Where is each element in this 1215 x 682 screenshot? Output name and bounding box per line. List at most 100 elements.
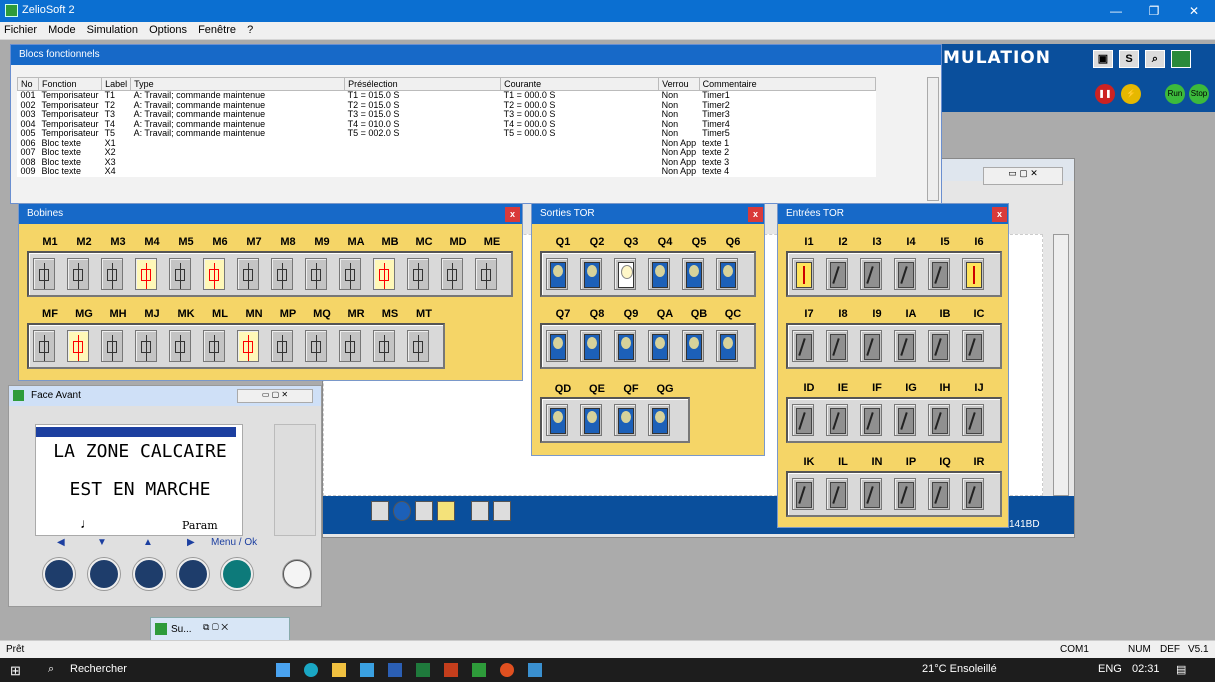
settings-icon[interactable] xyxy=(1171,50,1191,68)
coil-button xyxy=(407,330,429,362)
switch-button[interactable] xyxy=(860,330,882,362)
switch-button[interactable] xyxy=(928,478,950,510)
switch-button[interactable] xyxy=(826,478,848,510)
switch-button[interactable] xyxy=(894,478,916,510)
switch-button[interactable] xyxy=(962,478,984,510)
taskbar-search[interactable]: Rechercher xyxy=(70,663,127,675)
switch-button[interactable] xyxy=(792,478,814,510)
close-icon[interactable]: x xyxy=(992,207,1007,222)
switch-button[interactable] xyxy=(894,404,916,436)
io-label: Q9 xyxy=(623,308,639,320)
column-header[interactable]: Courante xyxy=(500,77,660,91)
coil-icon xyxy=(209,263,219,289)
table-cell: texte 4 xyxy=(702,166,730,176)
close-icon[interactable]: x xyxy=(505,207,520,222)
io-label: QF xyxy=(623,383,639,395)
switch-button[interactable] xyxy=(928,258,950,290)
menu-ok-button[interactable] xyxy=(221,558,253,590)
windows-start-icon[interactable]: ⊞ xyxy=(10,663,21,679)
right-key-button[interactable] xyxy=(177,558,209,590)
table-row[interactable]: 008 Bloc texte X3 Non App texte 3 xyxy=(18,157,876,168)
switch-button[interactable] xyxy=(860,258,882,290)
outputs-window: Sorties TOR x Q1 Q2 Q3 Q4 Q5 Q6 Q7 Q8 Q9 QA QB QC … xyxy=(531,203,765,456)
search-icon[interactable]: ⌕ xyxy=(1145,50,1165,68)
column-header[interactable]: Verrou xyxy=(658,77,700,91)
close-button[interactable]: ✕ xyxy=(1178,2,1210,20)
io-label: MK xyxy=(177,308,195,320)
switch-button[interactable] xyxy=(962,258,984,290)
column-header[interactable]: Fonction xyxy=(38,77,103,91)
window-controls[interactable]: ▭ ▢ ✕ xyxy=(237,389,313,403)
language[interactable]: ENG xyxy=(1098,663,1122,675)
switch-button[interactable] xyxy=(962,404,984,436)
notification-icon[interactable]: ▤ xyxy=(1176,663,1186,676)
switch-button[interactable] xyxy=(894,330,916,362)
minimize-button[interactable]: — xyxy=(1100,2,1132,20)
switch-button[interactable] xyxy=(826,258,848,290)
search-icon[interactable]: ⌕ xyxy=(48,663,54,676)
menu-help[interactable]: ? xyxy=(243,22,257,36)
menu-fenetre[interactable]: Fenêtre xyxy=(194,22,240,36)
table-row[interactable]: 001 Temporisateur T1 A: Travail; commande m… xyxy=(18,90,876,101)
param-label: Param xyxy=(182,519,218,532)
column-header[interactable]: Type xyxy=(130,77,346,91)
weather-text[interactable]: 21°C Ensoleillé xyxy=(922,663,997,675)
table-row[interactable]: 007 Bloc texte X2 Non App texte 2 xyxy=(18,147,876,158)
column-header[interactable]: Commentaire xyxy=(698,77,876,91)
lightning-icon[interactable]: ⚡ xyxy=(1121,84,1141,104)
table-cell xyxy=(131,148,345,158)
vertical-scrollbar[interactable] xyxy=(927,77,939,201)
lamp-icon xyxy=(686,334,702,360)
menu-simulation[interactable]: Simulation xyxy=(83,22,142,36)
table-row[interactable]: 006 Bloc texte X1 Non App texte 1 xyxy=(18,138,876,149)
minimized-window[interactable]: Su... ⧉ ▢ ✕ xyxy=(150,617,290,642)
left-key-button[interactable] xyxy=(43,558,75,590)
pause-button[interactable]: ❚❚ xyxy=(1095,84,1115,104)
switch-button[interactable] xyxy=(860,478,882,510)
io-label: I1 xyxy=(804,236,814,248)
switch-button[interactable] xyxy=(792,404,814,436)
clock-icon: ♩ xyxy=(80,515,94,531)
table-row[interactable]: 009 Bloc texte X4 Non App texte 4 xyxy=(18,166,876,177)
io-label: MJ xyxy=(144,308,160,320)
column-header[interactable]: Présélection xyxy=(344,77,502,91)
switch-button[interactable] xyxy=(792,330,814,362)
switch-button[interactable] xyxy=(792,258,814,290)
coil-button xyxy=(33,330,55,362)
up-key-button[interactable] xyxy=(133,558,165,590)
menu-mode[interactable]: Mode xyxy=(44,22,80,36)
tool-icons[interactable] xyxy=(371,501,511,525)
menu-options[interactable]: Options xyxy=(145,22,191,36)
switch-button[interactable] xyxy=(928,404,950,436)
switch-icon xyxy=(898,334,914,360)
coils-title: Bobines xyxy=(19,204,522,224)
stop-button[interactable]: Stop xyxy=(1189,84,1209,104)
switch-button[interactable] xyxy=(860,404,882,436)
lamp-icon xyxy=(686,262,702,288)
menu-fichier[interactable]: Fichier xyxy=(0,22,41,36)
down-key-button[interactable] xyxy=(88,558,120,590)
bulb-button xyxy=(614,258,636,290)
s-button[interactable]: S xyxy=(1119,50,1139,68)
close-icon[interactable]: x xyxy=(748,207,763,222)
switch-button[interactable] xyxy=(826,404,848,436)
column-header[interactable]: Label xyxy=(101,77,132,91)
switch-button[interactable] xyxy=(826,330,848,362)
run-button[interactable]: Run xyxy=(1165,84,1185,104)
maximize-button[interactable]: ❐ xyxy=(1138,2,1170,20)
vertical-scrollbar[interactable] xyxy=(1053,234,1069,496)
graph-icon[interactable]: ▣ xyxy=(1093,50,1113,68)
switch-button[interactable] xyxy=(894,258,916,290)
window-controls[interactable]: ⧉ ▢ ✕ xyxy=(203,622,228,633)
column-header[interactable]: No xyxy=(16,77,40,91)
table-row[interactable]: 005 Temporisateur T5 A: Travail; commande m… xyxy=(18,128,876,139)
window-controls[interactable]: ▭ ▢ ✕ xyxy=(983,167,1063,185)
taskbar-apps[interactable] xyxy=(276,663,542,677)
io-label: ME xyxy=(483,236,501,248)
switch-button[interactable] xyxy=(962,330,984,362)
switch-button[interactable] xyxy=(928,330,950,362)
clock[interactable]: 02:31 xyxy=(1132,663,1160,675)
coil-icon xyxy=(141,263,151,289)
bulb-button xyxy=(580,258,602,290)
escape-button[interactable] xyxy=(283,560,311,588)
